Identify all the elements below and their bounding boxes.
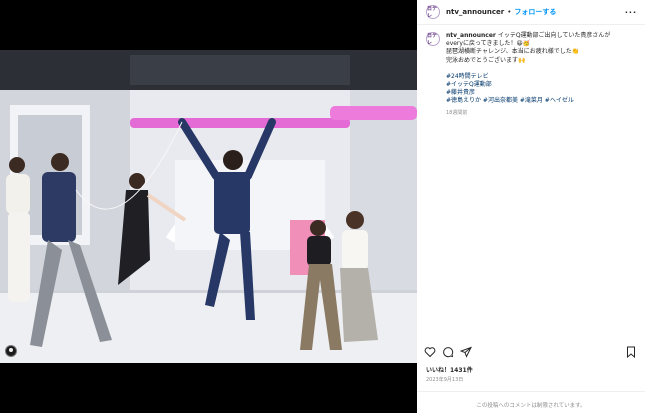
time-ago: 18週間前 [446, 109, 468, 116]
post-media-area [0, 0, 417, 413]
username-link[interactable]: ntv_announcer [446, 8, 504, 16]
more-options-icon[interactable]: ··· [625, 8, 637, 17]
caption-username[interactable]: ntv_announcer [446, 32, 496, 39]
hashtag-link[interactable]: #24時間テレビ [446, 73, 610, 81]
hashtag-link[interactable]: #徳島えりか #河出奈都美 #滝菜月 #ヘイゼル [446, 97, 610, 105]
comment-restricted-notice: この投稿へのコメントは制限されています。 [417, 391, 645, 413]
caption: 日テレ ntv_announcer イッテQ運動部ご出向していた貴彦さんが ev… [426, 32, 635, 117]
user-tag-icon[interactable] [5, 345, 17, 357]
likes-count[interactable]: いいね！1431件 [426, 365, 473, 374]
post-panel: 日テレ ntv_announcer • フォローする ··· 日テレ ntv_a… [417, 0, 645, 413]
separator-dot: • [507, 8, 512, 16]
comment-icon[interactable] [442, 346, 454, 358]
post-photo[interactable] [0, 50, 417, 363]
caption-body: ntv_announcer イッテQ運動部ご出向していた貴彦さんが everyに… [446, 32, 610, 117]
caption-line: イッテQ運動部ご出向していた貴彦さんが [497, 32, 611, 39]
hashtag-link[interactable]: #イッテQ運動部 [446, 81, 610, 89]
caption-line: 琵琶湖横断チャレンジ、本当にお疲れ様でした👏 [446, 48, 580, 56]
caption-avatar[interactable]: 日テレ [426, 32, 440, 46]
caption-line: 完泳おめでとうございます🙌 [446, 56, 526, 64]
share-icon[interactable] [460, 346, 472, 358]
heart-icon[interactable] [424, 346, 436, 358]
action-bar [424, 346, 637, 358]
bookmark-icon[interactable] [625, 346, 637, 358]
post-date: 2023年9月13日 [426, 377, 464, 383]
avatar[interactable]: 日テレ [426, 5, 440, 19]
post-header: 日テレ ntv_announcer • フォローする ··· [417, 0, 645, 25]
follow-button[interactable]: フォローする [514, 7, 556, 17]
